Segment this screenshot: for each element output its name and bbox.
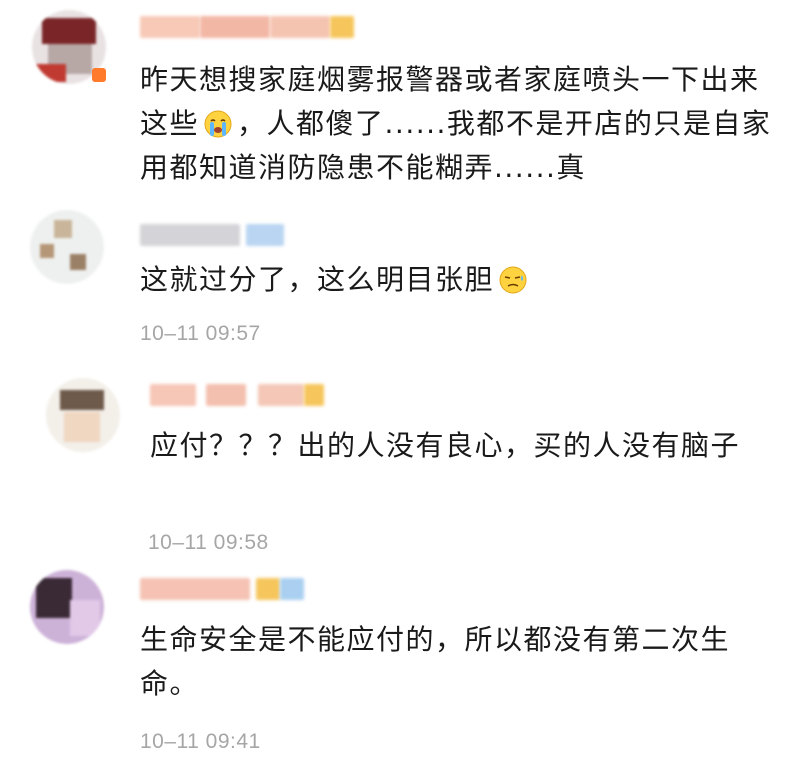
comment-text: 生命安全是不能应付的，所以都没有第二次生命。 bbox=[140, 623, 731, 700]
crying-face-emoji bbox=[204, 110, 232, 138]
nickname-blurred[interactable] bbox=[140, 12, 354, 42]
timestamp: 10–11 09:58 bbox=[148, 531, 269, 554]
comment-text: 这就过分了，这么明目张胆 bbox=[140, 258, 780, 302]
nickname-blurred[interactable] bbox=[140, 574, 304, 604]
verified-badge-icon bbox=[92, 68, 106, 82]
timestamp: 10–11 09:57 bbox=[140, 322, 261, 345]
nickname-blurred[interactable] bbox=[140, 220, 284, 250]
nickname-blurred[interactable] bbox=[150, 380, 324, 410]
avatar[interactable] bbox=[46, 378, 120, 452]
avatar[interactable] bbox=[30, 210, 104, 284]
timestamp: 10–11 09:41 bbox=[140, 730, 261, 753]
sweat-face-emoji bbox=[499, 266, 527, 294]
comment-text: 昨天想搜家庭烟雾报警器或者家庭喷头一下出来这些 ，人都傻了......我都不是开店… bbox=[140, 63, 772, 184]
comment-text: 应付？？？出的人没有良心，买的人没有脑子 bbox=[150, 429, 741, 462]
avatar[interactable] bbox=[30, 570, 104, 644]
